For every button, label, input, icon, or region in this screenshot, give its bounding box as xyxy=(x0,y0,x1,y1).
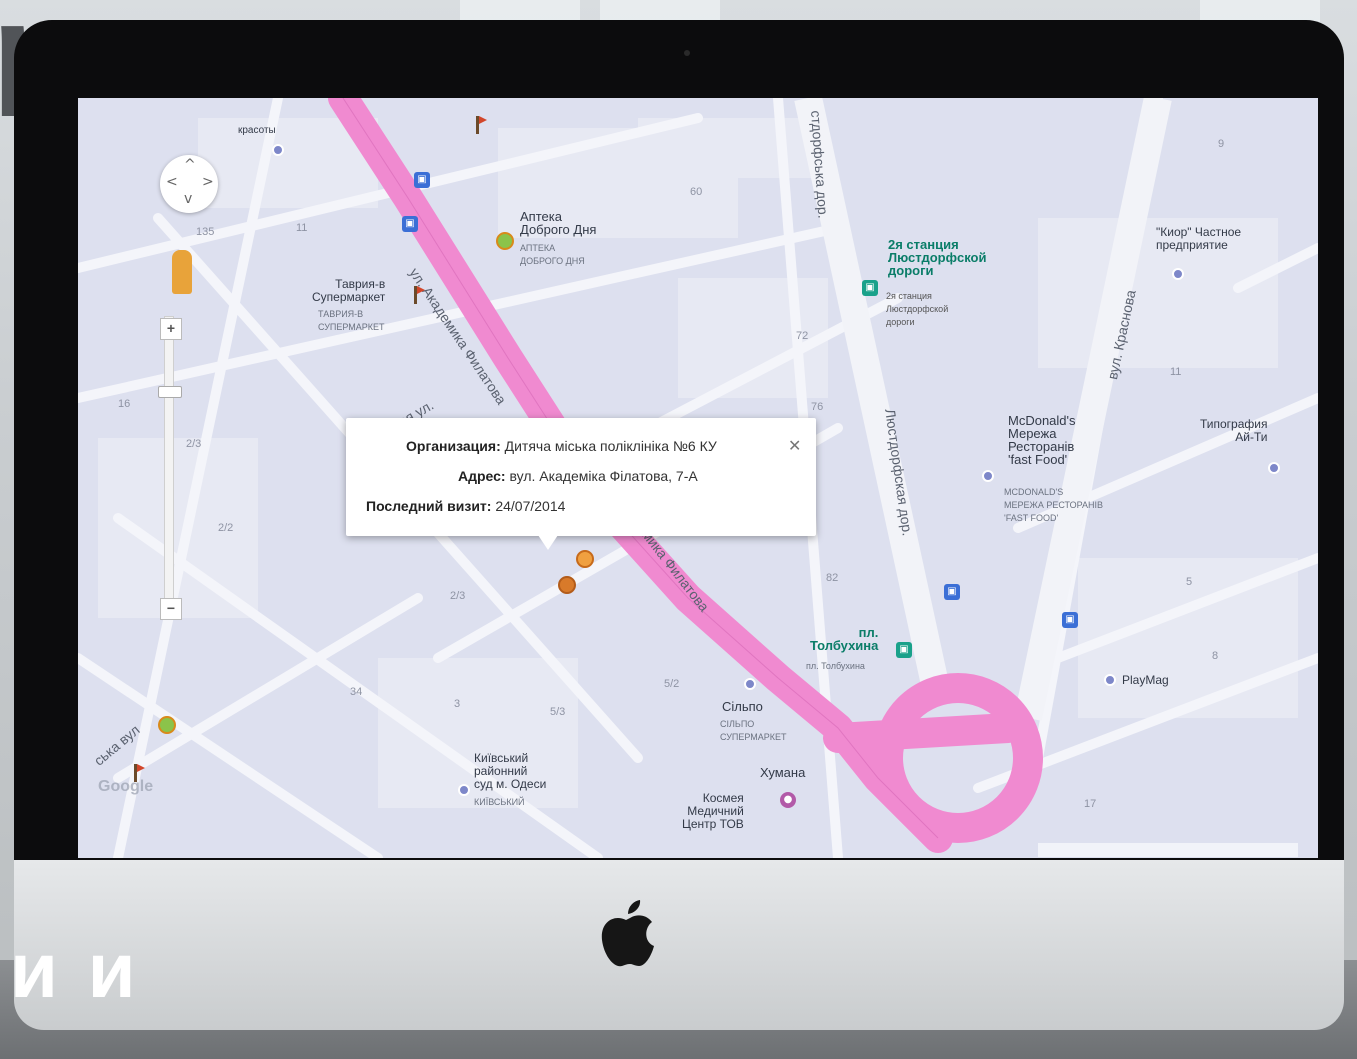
station-icon[interactable]: ▣ xyxy=(896,642,912,658)
poi-sublabel-silpo: СІЛЬПО СУПЕРМАРКЕТ xyxy=(720,719,787,742)
house-number: 34 xyxy=(350,686,363,698)
selected-visit-marker-icon[interactable] xyxy=(558,576,576,594)
google-logo: Google xyxy=(98,778,154,795)
poi-marker-icon[interactable] xyxy=(272,144,284,156)
camera-icon xyxy=(684,50,690,56)
poi-label-court: Київський районний суд м. Одеси xyxy=(474,751,547,791)
visit-marker-icon[interactable] xyxy=(496,232,514,250)
house-number: 3 xyxy=(454,698,461,710)
info-address-row: Адрес: вул. Академіка Філатова, 7-А xyxy=(458,468,698,484)
info-visit-row: Последний визит: 24/07/2014 xyxy=(366,498,565,514)
flag-marker-icon[interactable] xyxy=(414,286,425,304)
zoom-out-button[interactable]: − xyxy=(160,598,182,620)
visit-marker-icon[interactable] xyxy=(158,716,176,734)
map-attribution xyxy=(1038,843,1298,857)
house-number: 2/2 xyxy=(218,522,234,534)
house-number: 82 xyxy=(826,572,839,584)
poi-marker-icon[interactable] xyxy=(982,470,994,482)
zoom-slider[interactable] xyxy=(164,316,174,608)
info-address-label: Адрес: xyxy=(458,468,506,484)
pan-left-icon[interactable]: < xyxy=(166,174,178,190)
house-number: 72 xyxy=(796,330,809,342)
pan-up-icon[interactable]: ^ xyxy=(184,157,196,173)
poi-sublabel-apteka: АПТЕКА ДОБРОГО ДНЯ xyxy=(520,243,585,266)
map-screen[interactable]: 60 72 76 82 11 9 5 8 17 2/3 2/2 2/3 34 3… xyxy=(78,98,1318,858)
house-number: 5/2 xyxy=(664,678,680,690)
poi-label-mcdonalds: McDonald's Мережа Ресторанів 'fast Food' xyxy=(1008,413,1076,467)
poi-sublabel-station: 2я станция Люстдорфской дороги xyxy=(886,291,949,327)
bus-stop-icon[interactable]: ▣ xyxy=(1062,612,1078,628)
poi-label-tolbukhina: пл. Толбухина xyxy=(810,625,879,653)
house-number: 2/3 xyxy=(186,438,202,450)
poi-marker-icon[interactable] xyxy=(458,784,470,796)
apple-logo-icon xyxy=(601,900,654,967)
house-number: 17 xyxy=(1084,798,1097,810)
flag-marker-icon[interactable] xyxy=(476,116,487,134)
house-number: 135 xyxy=(196,226,215,238)
street-view-pegman-icon[interactable] xyxy=(172,250,192,294)
poi-marker-icon[interactable] xyxy=(1172,268,1184,280)
poi-label-apteka: Аптека Доброго Дня xyxy=(520,209,597,237)
info-visit-value: 24/07/2014 xyxy=(495,498,566,514)
poi-marker-icon[interactable] xyxy=(744,678,756,690)
info-organization-value: Дитяча міська поліклініка №6 КУ xyxy=(504,438,717,454)
poi-label-kiop: "Киор" Частное предприятие xyxy=(1156,225,1242,252)
poi-sublabel-court: КИЇВСЬКИЙ xyxy=(474,797,525,807)
info-visit-label: Последний визит: xyxy=(366,498,492,514)
poi-marker-icon[interactable] xyxy=(1104,674,1116,686)
station-icon[interactable]: ▣ xyxy=(862,280,878,296)
cosmetics-icon[interactable]: ● xyxy=(780,792,796,808)
poi-sublabel-mcdonalds: MCDONALD'S МЕРЕЖА РЕСТОРАНІВ 'FAST FOOD' xyxy=(1004,487,1104,523)
house-number: 11 xyxy=(1170,366,1182,378)
monitor-chin xyxy=(14,860,1344,1030)
imac-monitor: 60 72 76 82 11 9 5 8 17 2/3 2/2 2/3 34 3… xyxy=(14,20,1344,1030)
poi-label: красоты xyxy=(238,125,276,136)
house-number: 9 xyxy=(1218,138,1225,150)
house-number: 2/3 xyxy=(450,590,466,602)
info-window: Организация: Дитяча міська поліклініка №… xyxy=(346,418,816,536)
poi-label-station: 2я станция Люстдорфской дороги xyxy=(888,237,987,278)
house-number: 8 xyxy=(1212,650,1219,662)
close-icon[interactable]: ✕ xyxy=(788,436,801,455)
bus-stop-icon[interactable]: ▣ xyxy=(414,172,430,188)
house-number: 5/3 xyxy=(550,706,566,718)
poi-sublabel-tavria: ТАВРИЯ-В СУПЕРМАРКЕТ xyxy=(318,309,385,332)
house-number: 16 xyxy=(118,398,131,410)
info-address-value: вул. Академіка Філатова, 7-А xyxy=(509,468,698,484)
bus-stop-icon[interactable]: ▣ xyxy=(944,584,960,600)
info-window-pointer xyxy=(536,532,560,550)
poi-label-playmag: PlayMag xyxy=(1122,673,1169,687)
bus-stop-icon[interactable]: ▣ xyxy=(402,216,418,232)
poi-label-tipografia: Типография Ай-Ти xyxy=(1200,417,1268,444)
zoom-slider-handle[interactable] xyxy=(158,386,182,398)
zoom-in-button[interactable]: + xyxy=(160,318,182,340)
house-number: 76 xyxy=(811,401,824,413)
flag-marker-icon[interactable] xyxy=(576,550,594,568)
info-organization-label: Организация: xyxy=(406,438,501,454)
background-tagline-fragment: и и xyxy=(10,926,140,1014)
pan-control[interactable]: ^ v < > xyxy=(160,155,218,213)
info-organization-row: Организация: Дитяча міська поліклініка №… xyxy=(406,438,717,454)
poi-label-kosmea: Космея Медичний Центр ТОВ xyxy=(682,791,744,831)
poi-sublabel-tolbukhina: пл. Толбухина xyxy=(806,661,865,671)
house-number: 60 xyxy=(690,186,703,198)
poi-label-humana: Хумана xyxy=(760,765,806,780)
poi-label-silpo: Сільпо xyxy=(722,699,763,714)
pan-down-icon[interactable]: v xyxy=(184,191,192,207)
pan-right-icon[interactable]: > xyxy=(202,174,214,190)
house-number: 5 xyxy=(1186,576,1193,588)
poi-label-tavria: Таврия-в Супермаркет xyxy=(312,277,386,304)
poi-marker-icon[interactable] xyxy=(1268,462,1280,474)
house-number: 11 xyxy=(296,222,308,234)
